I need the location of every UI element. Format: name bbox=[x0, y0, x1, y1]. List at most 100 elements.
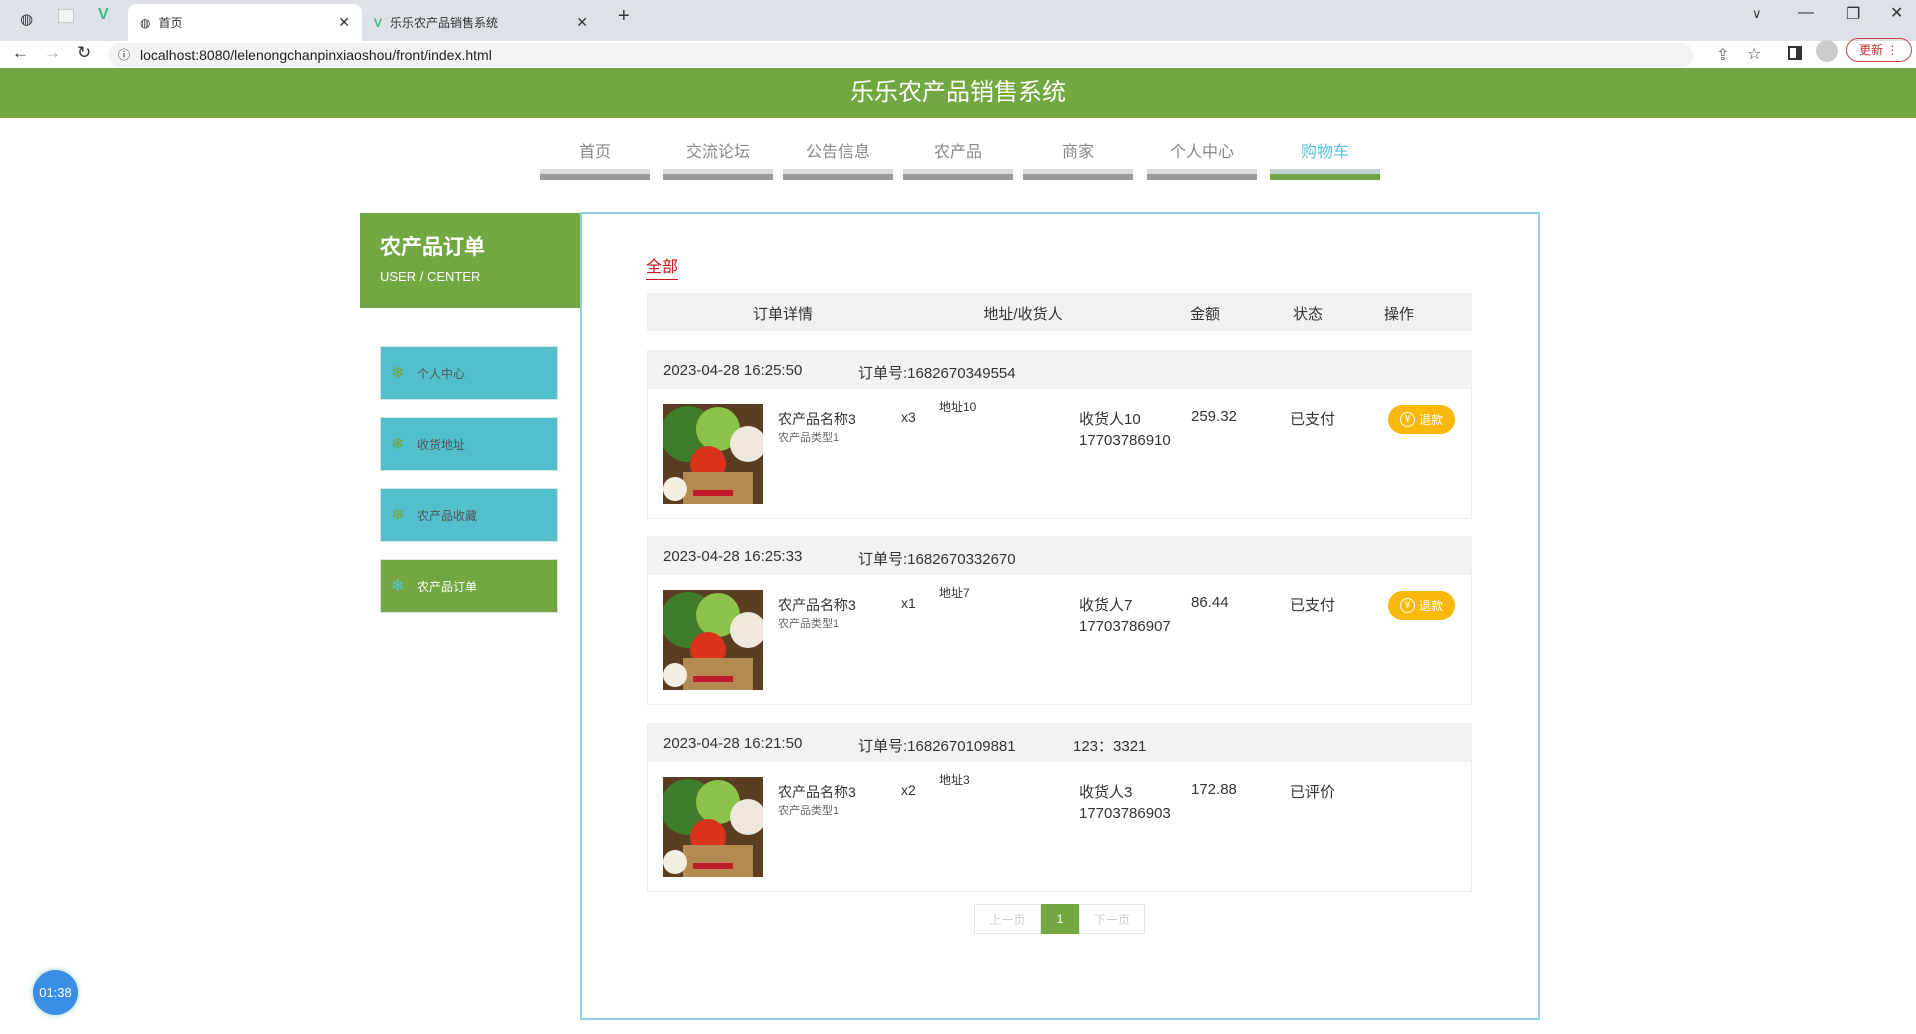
nav-underline bbox=[1147, 169, 1257, 180]
globe-icon: ◍ bbox=[140, 15, 151, 30]
order-body: 农产品名称3 农产品类型1 x2 地址3 收货人3 17703786903 17… bbox=[648, 762, 1471, 892]
close-tab-icon[interactable]: ✕ bbox=[576, 14, 588, 31]
header-status: 状态 bbox=[1292, 306, 1324, 323]
product-quantity: x1 bbox=[901, 595, 916, 611]
restore-icon[interactable]: ❐ bbox=[1846, 4, 1860, 24]
sidebar-subtitle: USER / CENTER bbox=[380, 269, 481, 284]
nav-forum[interactable]: 交流论坛 bbox=[663, 138, 773, 180]
next-page-button[interactable]: 下一页 bbox=[1079, 904, 1145, 934]
tab-system[interactable]: V 乐乐农产品销售系统 ✕ bbox=[362, 4, 600, 41]
product-name: 农产品名称3 bbox=[778, 597, 856, 613]
page-icon[interactable] bbox=[58, 9, 74, 23]
product-type: 农产品类型1 bbox=[778, 805, 840, 817]
close-tab-icon[interactable]: ✕ bbox=[338, 14, 350, 31]
nav-notice[interactable]: 公告信息 bbox=[783, 138, 893, 180]
receiver-phone: 17703786907 bbox=[1079, 618, 1171, 635]
snowflake-icon: ❄ bbox=[391, 365, 405, 382]
order-time: 2023-04-28 16:21:50 bbox=[663, 735, 803, 752]
share-icon[interactable]: ⇪ bbox=[1716, 45, 1729, 65]
nav-underline bbox=[663, 169, 773, 180]
order-extra: 123：3321 bbox=[1073, 738, 1147, 755]
sidebar-item-personal-center[interactable]: ❄ 个人中心 bbox=[380, 346, 558, 400]
address: 地址7 bbox=[939, 586, 970, 600]
order-time: 2023-04-28 16:25:33 bbox=[663, 548, 803, 565]
sidebar-item-orders[interactable]: ❄ 农产品订单 bbox=[380, 559, 558, 613]
order-status: 已评价 bbox=[1290, 784, 1336, 801]
update-button[interactable]: 更新 ⋮ bbox=[1846, 38, 1912, 62]
globe-icon[interactable]: ◍ bbox=[20, 10, 33, 28]
header-address-receiver: 地址/收货人 bbox=[983, 306, 1063, 323]
header-amount: 金额 bbox=[1189, 306, 1221, 323]
star-icon[interactable]: ☆ bbox=[1747, 44, 1761, 64]
reload-icon[interactable]: ↻ bbox=[77, 43, 91, 63]
nav-underline bbox=[1270, 169, 1380, 180]
receiver-phone: 17703786910 bbox=[1079, 432, 1171, 449]
sidepanel-icon[interactable] bbox=[1788, 46, 1802, 60]
order-time: 2023-04-28 16:25:50 bbox=[663, 362, 803, 379]
vue-icon: V bbox=[374, 15, 383, 30]
address: 地址10 bbox=[939, 400, 977, 414]
order-card: 2023-04-28 16:25:33 订单号:1682670332670 农产… bbox=[647, 536, 1472, 705]
nav-underline bbox=[1023, 169, 1133, 180]
filter-all-tab[interactable]: 全部 bbox=[646, 253, 679, 280]
sidebar-item-favorites[interactable]: ❄ 农产品收藏 bbox=[380, 488, 558, 542]
refund-button[interactable]: ¥ 退款 bbox=[1388, 591, 1455, 620]
vue-icon[interactable]: V bbox=[98, 6, 109, 24]
receiver-name: 收货人3 bbox=[1079, 784, 1133, 801]
nav-underline bbox=[540, 169, 650, 180]
close-window-icon[interactable]: ✕ bbox=[1890, 3, 1903, 23]
order-amount: 86.44 bbox=[1191, 594, 1229, 611]
product-image[interactable] bbox=[663, 590, 763, 690]
order-amount: 259.32 bbox=[1191, 408, 1237, 425]
profile-icon[interactable] bbox=[1816, 40, 1838, 62]
order-header: 2023-04-28 16:21:50 订单号:1682670109881 12… bbox=[648, 724, 1471, 762]
order-card: 2023-04-28 16:25:50 订单号:1682670349554 农产… bbox=[647, 350, 1472, 519]
order-body: 农产品名称3 农产品类型1 x1 地址7 收货人7 17703786907 86… bbox=[648, 575, 1471, 705]
product-type: 农产品类型1 bbox=[778, 618, 840, 630]
info-icon: ⓘ bbox=[118, 48, 131, 62]
url-input[interactable]: ⓘ localhost:8080/lelenongchanpinxiaoshou/… bbox=[108, 43, 1693, 67]
prev-page-button[interactable]: 上一页 bbox=[974, 904, 1041, 934]
snowflake-icon: ❄ bbox=[391, 436, 405, 453]
order-number: 订单号:1682670349554 bbox=[858, 365, 1016, 382]
order-body: 农产品名称3 农产品类型1 x3 地址10 收货人10 17703786910 … bbox=[648, 389, 1471, 519]
yen-icon: ¥ bbox=[1399, 412, 1415, 427]
browser-tab-bar: ◍ V ◍ 首页 ✕ V 乐乐农产品销售系统 ✕ + ∨ — ❐ ✕ bbox=[0, 0, 1916, 41]
refund-button[interactable]: ¥ 退款 bbox=[1388, 405, 1455, 434]
back-icon[interactable]: ← bbox=[12, 43, 29, 63]
forward-icon[interactable]: → bbox=[44, 43, 61, 63]
new-tab-icon[interactable]: + bbox=[618, 5, 630, 28]
order-number: 订单号:1682670332670 bbox=[858, 551, 1016, 568]
nav-merchant[interactable]: 商家 bbox=[1023, 138, 1133, 180]
receiver-name: 收货人7 bbox=[1079, 597, 1133, 614]
header-order-details: 订单详情 bbox=[752, 306, 814, 323]
order-amount: 172.88 bbox=[1191, 781, 1237, 798]
product-quantity: x3 bbox=[901, 409, 916, 425]
nav-underline bbox=[783, 169, 893, 180]
product-image[interactable] bbox=[663, 404, 763, 504]
page-1-button[interactable]: 1 bbox=[1041, 904, 1079, 934]
nav-cart[interactable]: 购物车 bbox=[1270, 138, 1380, 180]
header-action: 操作 bbox=[1383, 306, 1415, 323]
snowflake-icon: ❄ bbox=[391, 578, 405, 595]
order-status: 已支付 bbox=[1290, 411, 1336, 428]
product-name: 农产品名称3 bbox=[778, 411, 856, 427]
product-type: 农产品类型1 bbox=[778, 432, 840, 444]
nav-personal-center[interactable]: 个人中心 bbox=[1147, 138, 1257, 180]
site-title: 乐乐农产品销售系统 bbox=[0, 68, 1916, 118]
timer-badge[interactable]: 01:38 bbox=[33, 970, 78, 1015]
nav-products[interactable]: 农产品 bbox=[903, 138, 1013, 180]
product-quantity: x2 bbox=[901, 782, 916, 798]
nav-home[interactable]: 首页 bbox=[540, 138, 650, 180]
nav-underline bbox=[903, 169, 1013, 180]
snowflake-icon: ❄ bbox=[391, 507, 405, 524]
receiver-phone: 17703786903 bbox=[1079, 805, 1171, 822]
order-status: 已支付 bbox=[1290, 597, 1336, 614]
order-number: 订单号:1682670109881 bbox=[858, 738, 1016, 755]
chevron-down-icon[interactable]: ∨ bbox=[1752, 6, 1762, 22]
sidebar-item-address[interactable]: ❄ 收货地址 bbox=[380, 417, 558, 471]
minimize-icon[interactable]: — bbox=[1798, 4, 1814, 22]
tab-home[interactable]: ◍ 首页 ✕ bbox=[128, 4, 362, 41]
product-name: 农产品名称3 bbox=[778, 784, 856, 800]
product-image[interactable] bbox=[663, 777, 763, 877]
